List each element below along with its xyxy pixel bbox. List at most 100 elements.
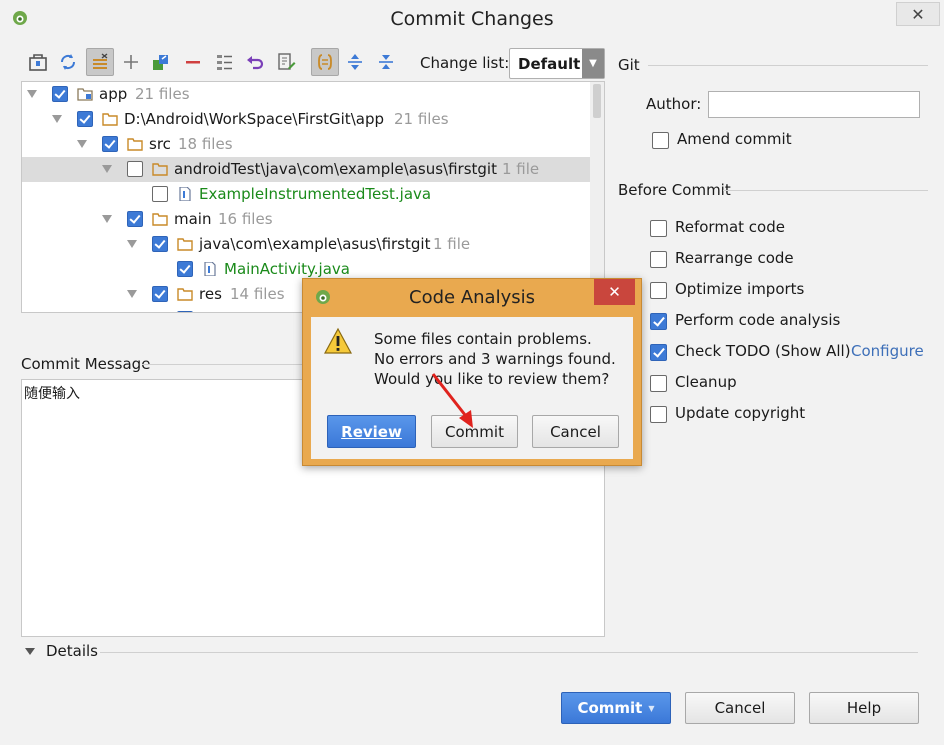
tree-node-name: res [199,285,222,303]
changelist-dropdown[interactable]: Default ▼ [509,48,605,79]
tree-checkbox[interactable] [102,136,118,152]
remove-icon[interactable] [179,48,207,76]
tree-node-name: ExampleInstrumentedTest.java [199,185,432,203]
tree-checkbox[interactable] [127,211,143,227]
tree-checkbox[interactable] [152,236,168,252]
changelist-selected-value: Default [518,55,581,73]
expand-arrow-icon[interactable] [77,140,87,148]
expand-arrow-icon[interactable] [27,90,37,98]
diff-icon[interactable] [24,48,52,76]
cancel-button[interactable]: Cancel [685,692,795,724]
rearrange-code-checkbox[interactable]: Rearrange code [650,249,940,271]
expand-all-icon[interactable] [341,48,369,76]
commit-button-label: Commit [577,699,643,717]
expand-collapse-icon[interactable] [311,48,339,76]
reformat-code-checkbox[interactable]: Reformat code [650,218,940,240]
tree-node-count: 18 files [178,135,233,153]
git-section-title: Git [618,56,640,74]
option-label[interactable]: Rearrange code [675,249,794,267]
optimize-imports-checkbox[interactable]: Optimize imports [650,280,940,302]
java-file-icon [179,187,191,201]
expand-arrow-icon[interactable] [102,165,112,173]
tree-checkbox[interactable] [127,161,143,177]
details-label[interactable]: Details [46,642,98,660]
tree-checkbox[interactable] [52,86,68,102]
perform-code-analysis-checkbox[interactable]: Perform code analysis [650,311,940,333]
tree-node-src[interactable]: src 18 files [22,132,592,157]
checkbox[interactable] [650,220,667,237]
checkbox[interactable] [650,251,667,268]
option-label[interactable]: Cleanup [675,373,737,391]
scrollbar-thumb[interactable] [593,84,601,118]
dialog-message-line: Some files contain problems. [374,330,592,348]
option-label[interactable]: Update copyright [675,404,805,422]
commit-button[interactable]: Commit ▼ [561,692,671,724]
dialog-close-button[interactable]: ✕ [594,279,635,305]
list-icon[interactable] [210,48,238,76]
author-input[interactable] [708,91,920,118]
checkbox[interactable] [650,282,667,299]
tree-node-count: 1 file [433,235,471,253]
amend-commit-checkbox[interactable]: Amend commit [652,130,942,152]
chevron-down-icon: ▼ [582,49,604,78]
commit-options-panel: Git Author: Amend commit Before Commit R… [618,54,928,434]
amend-commit-label[interactable]: Amend commit [677,130,792,148]
expand-arrow-icon[interactable] [102,215,112,223]
tree-checkbox[interactable] [77,111,93,127]
expand-arrow-icon[interactable] [25,648,35,655]
tree-node-name: app [99,85,128,103]
refresh-icon[interactable] [54,48,82,76]
folder-icon [177,288,193,301]
tree-checkbox[interactable] [152,286,168,302]
checkbox[interactable] [652,132,669,149]
checkbox[interactable] [650,406,667,423]
tree-node-java-package[interactable]: java\com\example\asus\firstgit 1 file [22,232,592,257]
checkbox[interactable] [650,375,667,392]
add-icon[interactable] [117,48,145,76]
tree-node-name: D:\Android\WorkSpace\FirstGit\app [124,110,384,128]
tree-checkbox[interactable] [177,261,193,277]
divider [100,652,918,653]
update-copyright-checkbox[interactable]: Update copyright [650,404,940,426]
folder-icon [127,138,143,151]
divider [648,65,928,66]
checkbox[interactable] [650,344,667,361]
expand-arrow-icon[interactable] [127,290,137,298]
help-button[interactable]: Help [809,692,919,724]
group-by-directory-icon[interactable] [86,48,114,76]
tree-node-module-path[interactable]: D:\Android\WorkSpace\FirstGit\app 21 fil… [22,107,592,132]
dialog-message-line: No errors and 3 warnings found. [374,350,616,368]
edit-source-icon[interactable] [272,48,300,76]
window-title: Commit Changes [390,8,554,30]
option-label[interactable]: Reformat code [675,218,785,236]
expand-arrow-icon[interactable] [127,240,137,248]
tree-node-android-test[interactable]: androidTest\java\com\example\asus\firstg… [22,157,592,182]
move-to-changelist-icon[interactable] [147,48,175,76]
check-todo-checkbox[interactable]: Check TODO (Show All) Configure [650,342,940,364]
option-label[interactable]: Optimize imports [675,280,804,298]
tree-node-example-test-file[interactable]: ExampleInstrumentedTest.java [22,182,592,207]
review-button[interactable]: Review [327,415,416,448]
configure-link[interactable]: Configure [851,342,924,360]
option-label[interactable]: Check TODO (Show All) [675,342,851,360]
option-label[interactable]: Perform code analysis [675,311,840,329]
dropdown-arrow-icon[interactable]: ▼ [648,704,654,713]
expand-arrow-icon[interactable] [52,115,62,123]
dialog-message-line: Would you like to review them? [374,370,610,388]
tree-node-count: 21 files [394,110,449,128]
tree-node-count: 14 files [230,285,285,303]
tree-checkbox[interactable] [177,311,193,312]
warning-icon [323,327,353,354]
window-close-button[interactable]: ✕ [896,2,940,26]
details-section[interactable]: Details [22,642,918,662]
cleanup-checkbox[interactable]: Cleanup [650,373,940,395]
tree-checkbox[interactable] [152,186,168,202]
dialog-cancel-button[interactable]: Cancel [532,415,619,448]
collapse-all-icon[interactable] [372,48,400,76]
tree-node-main[interactable]: main 16 files [22,207,592,232]
folder-icon [152,213,168,226]
checkbox[interactable] [650,313,667,330]
annotation-arrow [431,373,473,428]
tree-node-app[interactable]: app 21 files [22,82,592,107]
revert-icon[interactable] [241,48,269,76]
